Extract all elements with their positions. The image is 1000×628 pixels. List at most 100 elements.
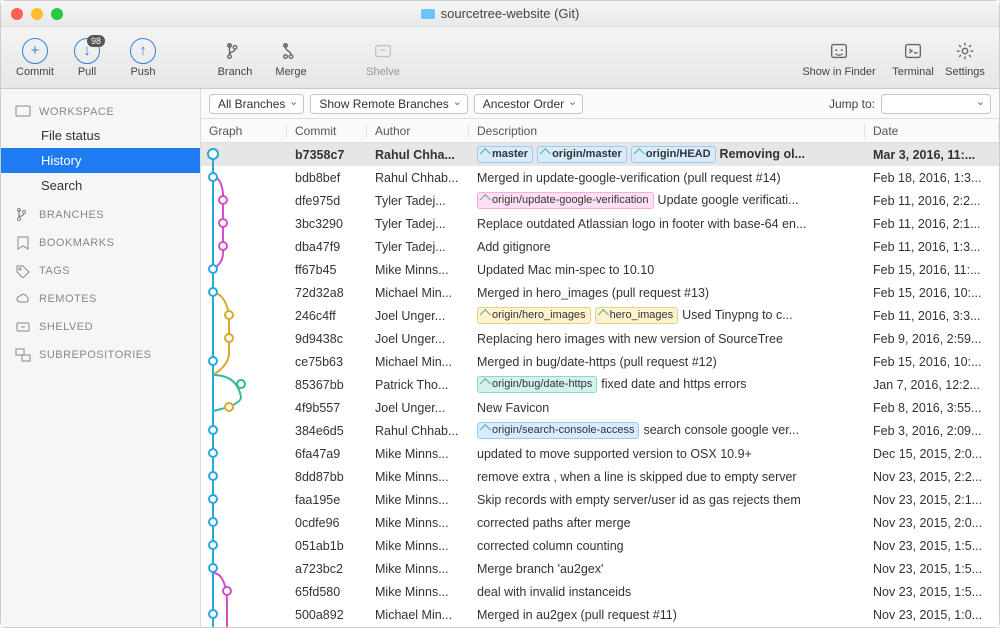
branch-tag[interactable]: origin/search-console-access [477,422,639,439]
minimize-icon[interactable] [31,8,43,20]
table-row[interactable]: 9d9438cJoel Unger...Replacing hero image… [201,327,999,350]
bookmarks-label: BOOKMARKS [39,237,114,249]
table-row[interactable]: 384e6d5Rahul Chhab...origin/search-conso… [201,419,999,442]
sidebar-section-bookmarks[interactable]: BOOKMARKS [1,226,200,254]
branch-tag[interactable]: origin/HEAD [631,146,716,163]
table-row[interactable]: 72d32a8Michael Min...Merged in hero_imag… [201,281,999,304]
table-row[interactable]: ce75b63Michael Min...Merged in bug/date-… [201,350,999,373]
table-row[interactable]: 0cdfe96Mike Minns...corrected paths afte… [201,511,999,534]
commit-hash: 4f9b557 [287,401,367,415]
table-row[interactable]: ff67b45Mike Minns...Updated Mac min-spec… [201,258,999,281]
commit-description: Add gitignore [469,240,865,254]
commit-author: Joel Unger... [367,309,469,323]
sidebar-section-tags[interactable]: TAGS [1,254,200,282]
merge-icon [278,38,304,64]
commit-hash: 3bc3290 [287,217,367,231]
commit-date: Feb 8, 2016, 3:55... [865,401,999,415]
remote-branches-dropdown[interactable]: Show Remote Branches [310,94,467,114]
table-row[interactable]: 500a892Michael Min...Merged in au2gex (p… [201,603,999,626]
col-commit[interactable]: Commit [287,124,367,138]
table-row[interactable]: 4f9b557Joel Unger...New FaviconFeb 8, 20… [201,396,999,419]
table-row[interactable]: 8dd87bbMike Minns...remove extra , when … [201,465,999,488]
commit-date: Feb 15, 2016, 11:... [865,263,999,277]
commit-date: Feb 15, 2016, 10:... [865,286,999,300]
titlebar: sourcetree-website (Git) [1,1,999,27]
branches-dropdown[interactable]: All Branches [209,94,304,114]
commit-author: Mike Minns... [367,562,469,576]
sidebar-section-workspace[interactable]: WORKSPACE [1,95,200,123]
pull-button[interactable]: ↓ 98 Pull [61,34,113,78]
commit-button[interactable]: + Commit [9,34,61,78]
commit-icon: + [22,38,48,64]
merge-button[interactable]: Merge [265,34,317,78]
table-row[interactable]: 65fd580Mike Minns...deal with invalid in… [201,580,999,603]
sidebar-section-remotes[interactable]: REMOTES [1,282,200,310]
table-row[interactable]: faa195eMike Minns...Skip records with em… [201,488,999,511]
maximize-icon[interactable] [51,8,63,20]
sidebar-section-branches[interactable]: BRANCHES [1,198,200,226]
commit-author: Joel Unger... [367,401,469,415]
workspace-label: WORKSPACE [39,106,114,118]
table-row[interactable]: dba47f9Tyler Tadej...Add gitignoreFeb 11… [201,235,999,258]
order-dropdown[interactable]: Ancestor Order [474,94,583,114]
commit-author: Patrick Tho... [367,378,469,392]
commit-description: Merged in au2gex (pull request #11) [469,608,865,622]
commit-author: Mike Minns... [367,539,469,553]
table-row[interactable]: 051ab1bMike Minns... corrected column co… [201,534,999,557]
commit-author: Michael Min... [367,286,469,300]
branch-tag[interactable]: origin/bug/date-https [477,376,597,393]
sidebar-item-search[interactable]: Search [1,173,200,198]
commit-author: Michael Min... [367,608,469,622]
commit-rows: b7358c7Rahul Chha...masterorigin/mastero… [201,143,999,627]
table-row[interactable]: 3bc3290Tyler Tadej...Replace outdated At… [201,212,999,235]
commit-author: Mike Minns... [367,516,469,530]
table-row[interactable]: dfe975dTyler Tadej...origin/update-googl… [201,189,999,212]
shelved-icon [15,320,31,334]
commit-date: Jan 7, 2016, 12:2... [865,378,999,392]
commit-date: Nov 23, 2015, 1:5... [865,585,999,599]
branch-button[interactable]: Branch [209,34,261,78]
commit-date: Dec 15, 2015, 2:0... [865,447,999,461]
commit-date: Nov 23, 2015, 2:0... [865,516,999,530]
tags-label: TAGS [39,265,70,277]
finder-label: Show in Finder [802,66,875,78]
table-row[interactable]: 246c4ffJoel Unger...origin/hero_imageshe… [201,304,999,327]
table-row[interactable]: a723bc2Mike Minns...Merge branch 'au2gex… [201,557,999,580]
sidebar-section-shelved[interactable]: SHELVED [1,310,200,338]
sidebar-item-history[interactable]: History [1,148,200,173]
table-row[interactable]: bdb8befRahul Chhab...Merged in update-go… [201,166,999,189]
close-icon[interactable] [11,8,23,20]
commit-date: Mar 3, 2016, 11:... [865,148,999,162]
jump-to-input[interactable] [881,94,991,114]
branch-icon [222,38,248,64]
shelve-button[interactable]: Shelve [357,34,409,78]
branch-tag[interactable]: hero_images [595,307,679,324]
commit-hash: 8dd87bb [287,470,367,484]
push-button[interactable]: ↑ Push [117,34,169,78]
commit-hash: 72d32a8 [287,286,367,300]
gear-icon [952,38,978,64]
sidebar-section-subrepos[interactable]: SUBREPOSITORIES [1,338,200,366]
commit-description: Merged in bug/date-https (pull request #… [469,355,865,369]
commit-description: Skip records with empty server/user id a… [469,493,865,507]
branch-tag[interactable]: origin/update-google-verification [477,192,654,209]
col-description[interactable]: Description [469,124,865,138]
branch-tag[interactable]: origin/hero_images [477,307,591,324]
table-row[interactable]: b7358c7Rahul Chha...masterorigin/mastero… [201,143,999,166]
col-date[interactable]: Date [865,124,999,138]
push-label: Push [130,66,155,78]
pull-badge: 98 [87,35,105,47]
col-graph[interactable]: Graph [201,124,287,138]
commit-hash: b7358c7 [287,148,367,162]
branch-tag[interactable]: master [477,146,533,163]
commit-date: Nov 23, 2015, 2:2... [865,470,999,484]
show-in-finder-button[interactable]: Show in Finder [791,34,887,78]
col-author[interactable]: Author [367,124,469,138]
sidebar-item-file-status[interactable]: File status [1,123,200,148]
commit-hash: 0cdfe96 [287,516,367,530]
settings-button[interactable]: Settings [939,34,991,78]
table-row[interactable]: 6fa47a9Mike Minns...updated to move supp… [201,442,999,465]
terminal-button[interactable]: Terminal [887,34,939,78]
branch-tag[interactable]: origin/master [537,146,627,163]
table-row[interactable]: 85367bbPatrick Tho...origin/bug/date-htt… [201,373,999,396]
